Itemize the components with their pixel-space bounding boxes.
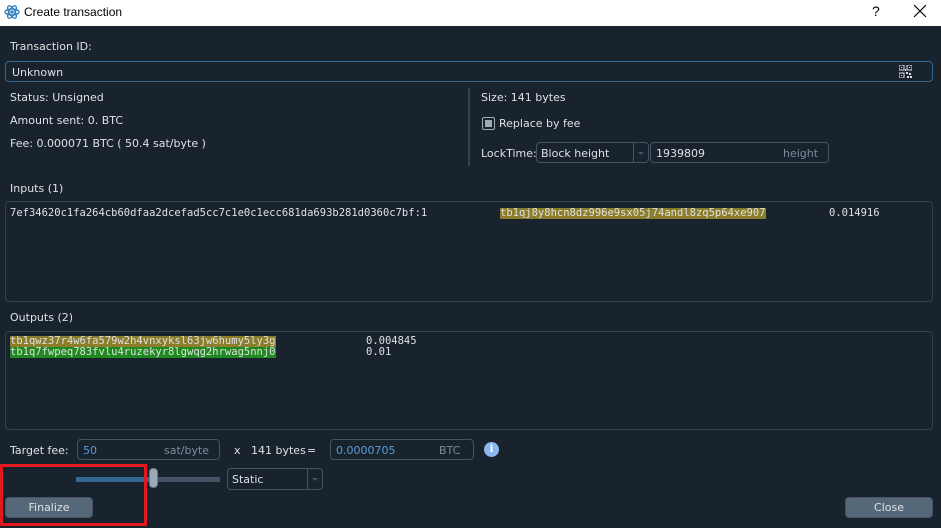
- chevron-down-icon[interactable]: [307, 469, 322, 489]
- transaction-id-value: Unknown: [12, 66, 64, 79]
- replace-by-fee-checkbox[interactable]: [482, 117, 495, 130]
- input-outpoint: 7ef34620c1fa264cb60dfaa2dcefad5cc7c1e0c1…: [10, 207, 428, 219]
- target-fee-field[interactable]: 50 sat/byte: [77, 439, 220, 460]
- vertical-separator: [468, 88, 470, 166]
- fee-slider[interactable]: [76, 477, 220, 482]
- output-amount: 0.01: [366, 346, 392, 358]
- locktime-unit: height: [783, 147, 819, 160]
- transaction-id-label: Transaction ID:: [10, 40, 92, 53]
- fee-mode-value: Static: [232, 473, 264, 486]
- locktime-label: LockTime:: [481, 147, 537, 160]
- finalize-button[interactable]: Finalize: [5, 497, 93, 518]
- electrum-atom-icon: [4, 5, 20, 19]
- close-icon[interactable]: [912, 3, 928, 19]
- outputs-list[interactable]: tb1qwz37r4w6fa579w2h4vnxyksl63jw6humy5ly…: [5, 331, 933, 430]
- total-fee-unit: BTC: [439, 444, 461, 457]
- fee-text: Fee: 0.000071 BTC ( 50.4 sat/byte ): [10, 137, 206, 150]
- total-fee-value: 0.0000705: [336, 444, 396, 457]
- inputs-list[interactable]: 7ef34620c1fa264cb60dfaa2dcefad5cc7c1e0c1…: [5, 201, 933, 302]
- amount-sent-text: Amount sent: 0. BTC: [10, 114, 124, 127]
- total-fee-field[interactable]: 0.0000705 BTC: [330, 439, 474, 460]
- input-amount: 0.014916: [829, 207, 880, 219]
- size-bytes-text: 141 bytes: [251, 444, 306, 457]
- window-title: Create transaction: [24, 5, 123, 19]
- transaction-id-field[interactable]: Unknown: [5, 61, 933, 82]
- locktime-type-select[interactable]: Block height: [536, 142, 649, 163]
- replace-by-fee-label[interactable]: Replace by fee: [499, 117, 580, 130]
- target-fee-value: 50: [83, 444, 97, 457]
- chevron-down-icon[interactable]: [633, 143, 648, 162]
- qr-code-icon[interactable]: [899, 65, 912, 78]
- fee-slider-fill: [76, 477, 154, 482]
- fee-slider-handle[interactable]: [149, 468, 159, 488]
- locktime-type-value: Block height: [541, 147, 610, 160]
- fee-mode-select[interactable]: Static: [227, 468, 323, 490]
- size-text: Size: 141 bytes: [481, 91, 566, 104]
- target-fee-label: Target fee:: [10, 444, 69, 457]
- multiply-sign: x: [234, 444, 241, 457]
- input-address: tb1qj8y8hcn8dz996e9sx05j74andl8zq5p64xe9…: [500, 207, 766, 219]
- locktime-value-field[interactable]: 1939809 height: [650, 142, 829, 163]
- output-address: tb1q7fwpeq783fvlu4ruzekyr8lgwqg2hrwag5nn…: [10, 346, 276, 358]
- inputs-label: Inputs (1): [10, 182, 64, 195]
- info-icon[interactable]: i: [484, 442, 499, 457]
- close-button[interactable]: Close: [845, 497, 933, 518]
- locktime-value: 1939809: [656, 147, 705, 160]
- help-button[interactable]: ?: [872, 3, 880, 19]
- status-text: Status: Unsigned: [10, 91, 104, 104]
- target-fee-unit: sat/byte: [164, 444, 210, 457]
- outputs-label: Outputs (2): [10, 311, 74, 324]
- title-bar: Create transaction ?: [0, 0, 941, 26]
- equals-sign: =: [307, 444, 317, 457]
